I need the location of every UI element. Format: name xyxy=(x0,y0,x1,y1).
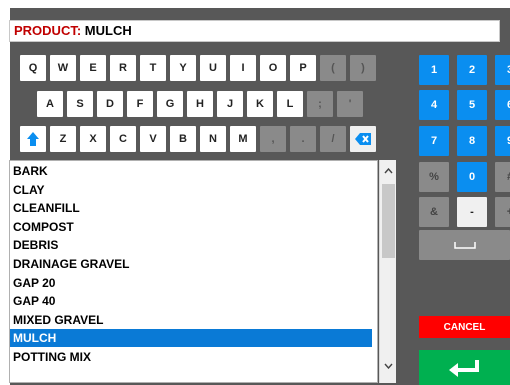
list-item[interactable]: GAP 20 xyxy=(10,274,372,292)
key-f[interactable]: F xyxy=(127,91,153,117)
numpad-key-5[interactable]: 5 xyxy=(457,90,487,120)
space-key[interactable] xyxy=(419,230,510,260)
key-N[interactable]: N xyxy=(200,126,226,152)
key-/[interactable]: / xyxy=(320,126,346,152)
list-item[interactable]: CLAY xyxy=(10,181,372,199)
key-V[interactable]: V xyxy=(140,126,166,152)
numpad-key-8[interactable]: 8 xyxy=(457,126,487,156)
key-)[interactable]: ) xyxy=(350,55,376,81)
key-k[interactable]: K xyxy=(247,91,273,117)
spacebar-icon xyxy=(453,242,476,249)
key-e[interactable]: E xyxy=(80,55,106,81)
symbol-key-minus[interactable]: - xyxy=(457,197,487,227)
key-j[interactable]: J xyxy=(217,91,243,117)
list-item[interactable]: CLEANFILL xyxy=(10,199,372,217)
shift-key[interactable] xyxy=(20,126,46,152)
symbol-key-ampersand[interactable]: & xyxy=(419,197,449,227)
list-item[interactable]: GAP 40 xyxy=(10,292,372,310)
key-q[interactable]: Q xyxy=(20,55,46,81)
key-o[interactable]: O xyxy=(260,55,286,81)
symbol-key-0[interactable]: 0 xyxy=(457,162,487,192)
scroll-thumb[interactable] xyxy=(382,184,395,258)
list-item[interactable]: DRAINAGE GRAVEL xyxy=(10,255,372,273)
key-,[interactable]: , xyxy=(260,126,286,152)
key-g[interactable]: G xyxy=(157,91,183,117)
numpad-key-3[interactable]: 3 xyxy=(495,55,510,85)
numpad-key-4[interactable]: 4 xyxy=(419,90,449,120)
key-p[interactable]: P xyxy=(290,55,316,81)
list-item-selected[interactable]: MULCH xyxy=(10,329,372,348)
numpad-key-7[interactable]: 7 xyxy=(419,126,449,156)
key-y[interactable]: Y xyxy=(170,55,196,81)
numpad-key-9[interactable]: 9 xyxy=(495,126,510,156)
key-'[interactable]: ' xyxy=(337,91,363,117)
key-s[interactable]: S xyxy=(67,91,93,117)
symbol-key-hash[interactable]: # xyxy=(495,162,510,192)
numpad-key-1[interactable]: 1 xyxy=(419,55,449,85)
cancel-button[interactable]: CANCEL xyxy=(419,316,510,338)
numpad-key-2[interactable]: 2 xyxy=(457,55,487,85)
symbol-key-percent[interactable]: % xyxy=(419,162,449,192)
key-([interactable]: ( xyxy=(320,55,346,81)
list-item[interactable]: DEBRIS xyxy=(10,236,372,254)
key-a[interactable]: A xyxy=(37,91,63,117)
chevron-up-icon[interactable] xyxy=(384,168,393,174)
key-l[interactable]: L xyxy=(277,91,303,117)
symbol-key-plus[interactable]: + xyxy=(495,197,510,227)
numpad-key-6[interactable]: 6 xyxy=(495,90,510,120)
key-.[interactable]: . xyxy=(290,126,316,152)
enter-button[interactable] xyxy=(419,350,510,385)
list-item[interactable]: BARK xyxy=(10,162,372,180)
list-scrollbar[interactable] xyxy=(379,160,396,383)
key-i[interactable]: I xyxy=(230,55,256,81)
key-d[interactable]: D xyxy=(97,91,123,117)
product-list[interactable]: BARK CLAY CLEANFILL COMPOST DEBRIS DRAINAGE G… xyxy=(9,160,378,383)
list-item[interactable]: COMPOST xyxy=(10,218,372,236)
product-label: PRODUCT: xyxy=(14,23,82,38)
enter-arrow-icon xyxy=(448,359,479,377)
list-item[interactable]: MIXED GRAVEL xyxy=(10,311,372,329)
product-value: MULCH xyxy=(84,23,132,38)
key-w[interactable]: W xyxy=(50,55,76,81)
key-X[interactable]: X xyxy=(80,126,106,152)
shift-up-arrow-icon xyxy=(27,132,39,146)
key-u[interactable]: U xyxy=(200,55,226,81)
key-B[interactable]: B xyxy=(170,126,196,152)
key-C[interactable]: C xyxy=(110,126,136,152)
key-t[interactable]: T xyxy=(140,55,166,81)
backspace-icon xyxy=(355,133,371,145)
key-M[interactable]: M xyxy=(230,126,256,152)
chevron-down-icon[interactable] xyxy=(384,363,393,369)
list-item[interactable]: POTTING MIX xyxy=(10,348,372,366)
key-;[interactable]: ; xyxy=(307,91,333,117)
key-r[interactable]: R xyxy=(110,55,136,81)
key-h[interactable]: H xyxy=(187,91,213,117)
backspace-key[interactable] xyxy=(350,126,376,152)
product-title-bar: PRODUCT: MULCH xyxy=(9,20,500,42)
key-Z[interactable]: Z xyxy=(50,126,76,152)
